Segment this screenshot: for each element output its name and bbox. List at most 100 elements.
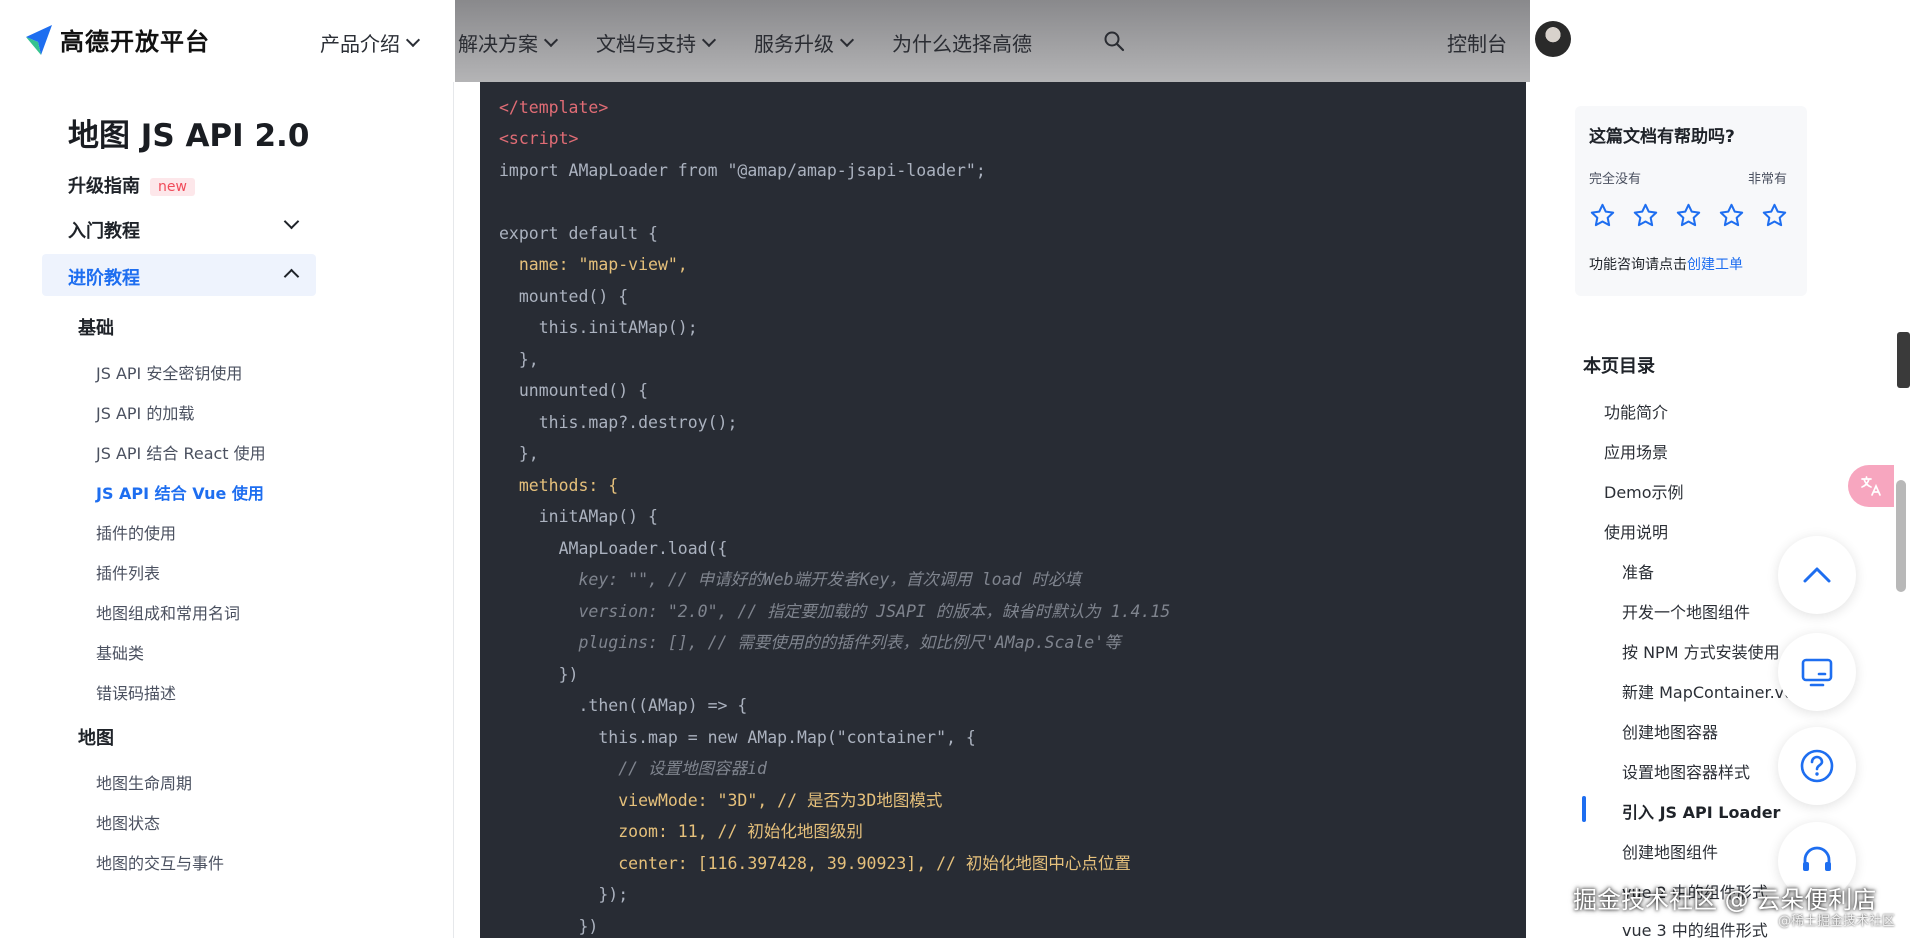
new-badge: new [150, 178, 195, 196]
toc-subitem-active[interactable]: 引入 JS API Loader [1622, 799, 1780, 823]
toc-title: 本页目录 [1583, 356, 1655, 377]
feedback-title: 这篇文档有帮助吗? [1589, 127, 1735, 147]
brand-logo[interactable]: 高德开放平台 [24, 22, 210, 57]
nav-why-label: 为什么选择高德 [892, 32, 1032, 56]
chevron-up-icon [1803, 567, 1831, 583]
back-to-top-button[interactable] [1778, 536, 1856, 614]
sidebar-item-react[interactable]: JS API 结合 React 使用 [96, 440, 266, 464]
code-token: unmounted() { [499, 381, 649, 400]
avatar[interactable] [1535, 21, 1571, 57]
question-icon [1800, 749, 1834, 783]
code-token: this.initAMap(); [499, 318, 698, 337]
group-basic[interactable]: 基础 [78, 314, 114, 340]
code-token: <script> [499, 129, 579, 148]
code-line: unmounted() { [499, 376, 648, 406]
sidebar-item-advanced[interactable]: 进阶教程 [42, 254, 316, 296]
code-token: // 设置地图容器id [499, 759, 767, 778]
chevron-down-icon [543, 32, 559, 47]
code-token: name: "map-view", [499, 255, 688, 274]
toc-item[interactable]: 功能简介 [1604, 399, 1668, 423]
code-line: this.initAMap(); [499, 313, 698, 343]
advanced-label: 进阶教程 [68, 268, 140, 289]
top-navigation: 高德开放平台 产品介绍 解决方案 文档与支持 服务升级 为什么选择高德 控制台 [0, 0, 1910, 82]
sidebar-item-map-state[interactable]: 地图状态 [96, 810, 160, 834]
star-icon[interactable] [1589, 202, 1616, 229]
sidebar-item-intro[interactable]: 入门教程 [68, 217, 140, 243]
code-line: initAMap() { [499, 502, 658, 532]
toc-item[interactable]: Demo示例 [1604, 479, 1684, 503]
sidebar-item-lifecycle[interactable]: 地图生命周期 [96, 770, 192, 794]
code-token: center: [116.397428, 39.90923], // 初始化地图… [499, 854, 1131, 873]
toc-subitem[interactable]: 创建地图容器 [1622, 719, 1718, 743]
code-token: key: "", // 申请好的Web端开发者Key，首次调用 load 时必填 [499, 570, 1081, 589]
code-token: }) [499, 665, 579, 684]
code-token: plugins: [], // 需要使用的的插件列表，如比例尺'AMap.Sca… [499, 633, 1121, 652]
translate-button[interactable] [1848, 465, 1894, 507]
code-token: initAMap() { [499, 507, 658, 526]
code-line: }) [499, 660, 579, 690]
code-block[interactable]: </template> <script> import AMapLoader f… [480, 82, 1526, 938]
toc-subitem[interactable]: 新建 MapContainer.vue [1622, 679, 1804, 703]
code-line: <script> [499, 124, 578, 154]
sidebar-item-vue[interactable]: JS API 结合 Vue 使用 [96, 480, 264, 504]
star-icon[interactable] [1761, 202, 1788, 229]
toc-subitem[interactable]: 设置地图容器样式 [1622, 759, 1750, 783]
code-token: export default { [499, 224, 658, 243]
nav-products[interactable]: 产品介绍 [320, 28, 421, 57]
toc-subitem[interactable]: 按 NPM 方式安装使用 [1622, 639, 1780, 663]
sidebar-item-security-key[interactable]: JS API 安全密钥使用 [96, 360, 242, 384]
group-map[interactable]: 地图 [78, 724, 114, 750]
sidebar-item-plugin-usage[interactable]: 插件的使用 [96, 520, 176, 544]
rating-high-label: 非常有 [1747, 172, 1787, 187]
code-line: plugins: [], // 需要使用的的插件列表，如比例尺'AMap.Sca… [499, 628, 1121, 658]
create-ticket-link[interactable]: 创建工单 [1687, 257, 1743, 273]
console-float-button[interactable] [1778, 633, 1856, 711]
nav-solutions[interactable]: 解决方案 [458, 28, 559, 57]
code-line: }, [499, 439, 539, 469]
scroll-indicator[interactable] [1897, 332, 1910, 388]
nav-why[interactable]: 为什么选择高德 [892, 28, 1032, 57]
sidebar-item-error-codes[interactable]: 错误码描述 [96, 680, 176, 704]
sidebar-item-terms[interactable]: 地图组成和常用名词 [96, 600, 240, 624]
chevron-down-icon [405, 32, 421, 47]
monitor-icon [1801, 658, 1833, 687]
amap-logo-icon [26, 24, 52, 55]
code-line: mounted() { [499, 282, 628, 312]
code-line: zoom: 11, // 初始化地图级别 [499, 817, 863, 847]
help-float-button[interactable] [1778, 727, 1856, 805]
toc-subitem[interactable]: 创建地图组件 [1622, 839, 1718, 863]
sidebar-item-upgrade[interactable]: 升级指南 new [68, 172, 195, 198]
code-token: </template> [499, 98, 609, 117]
toc-subitem[interactable]: 开发一个地图组件 [1622, 599, 1750, 623]
code-token: .then((AMap) => { [499, 696, 748, 715]
nav-services[interactable]: 服务升级 [754, 28, 855, 57]
code-token: this.map?.destroy(); [499, 413, 738, 432]
sidebar-item-loading[interactable]: JS API 的加载 [96, 400, 194, 424]
code-line: .then((AMap) => { [499, 691, 747, 721]
toc-subitem[interactable]: vue 3 中的组件形式 [1622, 917, 1768, 938]
sidebar-item-interaction[interactable]: 地图的交互与事件 [96, 850, 224, 874]
code-line: center: [116.397428, 39.90923], // 初始化地图… [499, 849, 1131, 879]
code-token: this.map = new AMap.Map("container", { [499, 728, 976, 747]
code-line: }, [499, 345, 539, 375]
star-icon[interactable] [1675, 202, 1702, 229]
nav-docs[interactable]: 文档与支持 [596, 28, 717, 57]
sidebar-item-base-classes[interactable]: 基础类 [96, 640, 144, 664]
code-token: }); [499, 885, 629, 904]
toc-item[interactable]: 应用场景 [1604, 439, 1668, 463]
search-icon[interactable] [1103, 30, 1125, 52]
code-line: export default { [499, 219, 658, 249]
toc-item[interactable]: 使用说明 [1604, 519, 1668, 543]
code-line: </template> [499, 93, 608, 123]
toc-subitem[interactable]: 准备 [1622, 559, 1654, 583]
scrollbar-thumb[interactable] [1896, 480, 1906, 592]
sidebar-item-plugin-list[interactable]: 插件列表 [96, 560, 160, 584]
star-icon[interactable] [1718, 202, 1745, 229]
main-nav: 产品介绍 解决方案 文档与支持 服务升级 为什么选择高德 [320, 28, 1032, 57]
star-icon[interactable] [1632, 202, 1659, 229]
console-link[interactable]: 控制台 [1447, 28, 1507, 57]
chevron-down-icon [701, 32, 717, 47]
chevron-down-icon[interactable] [283, 213, 300, 230]
code-line: }); [499, 880, 628, 910]
star-rating [1589, 202, 1788, 229]
